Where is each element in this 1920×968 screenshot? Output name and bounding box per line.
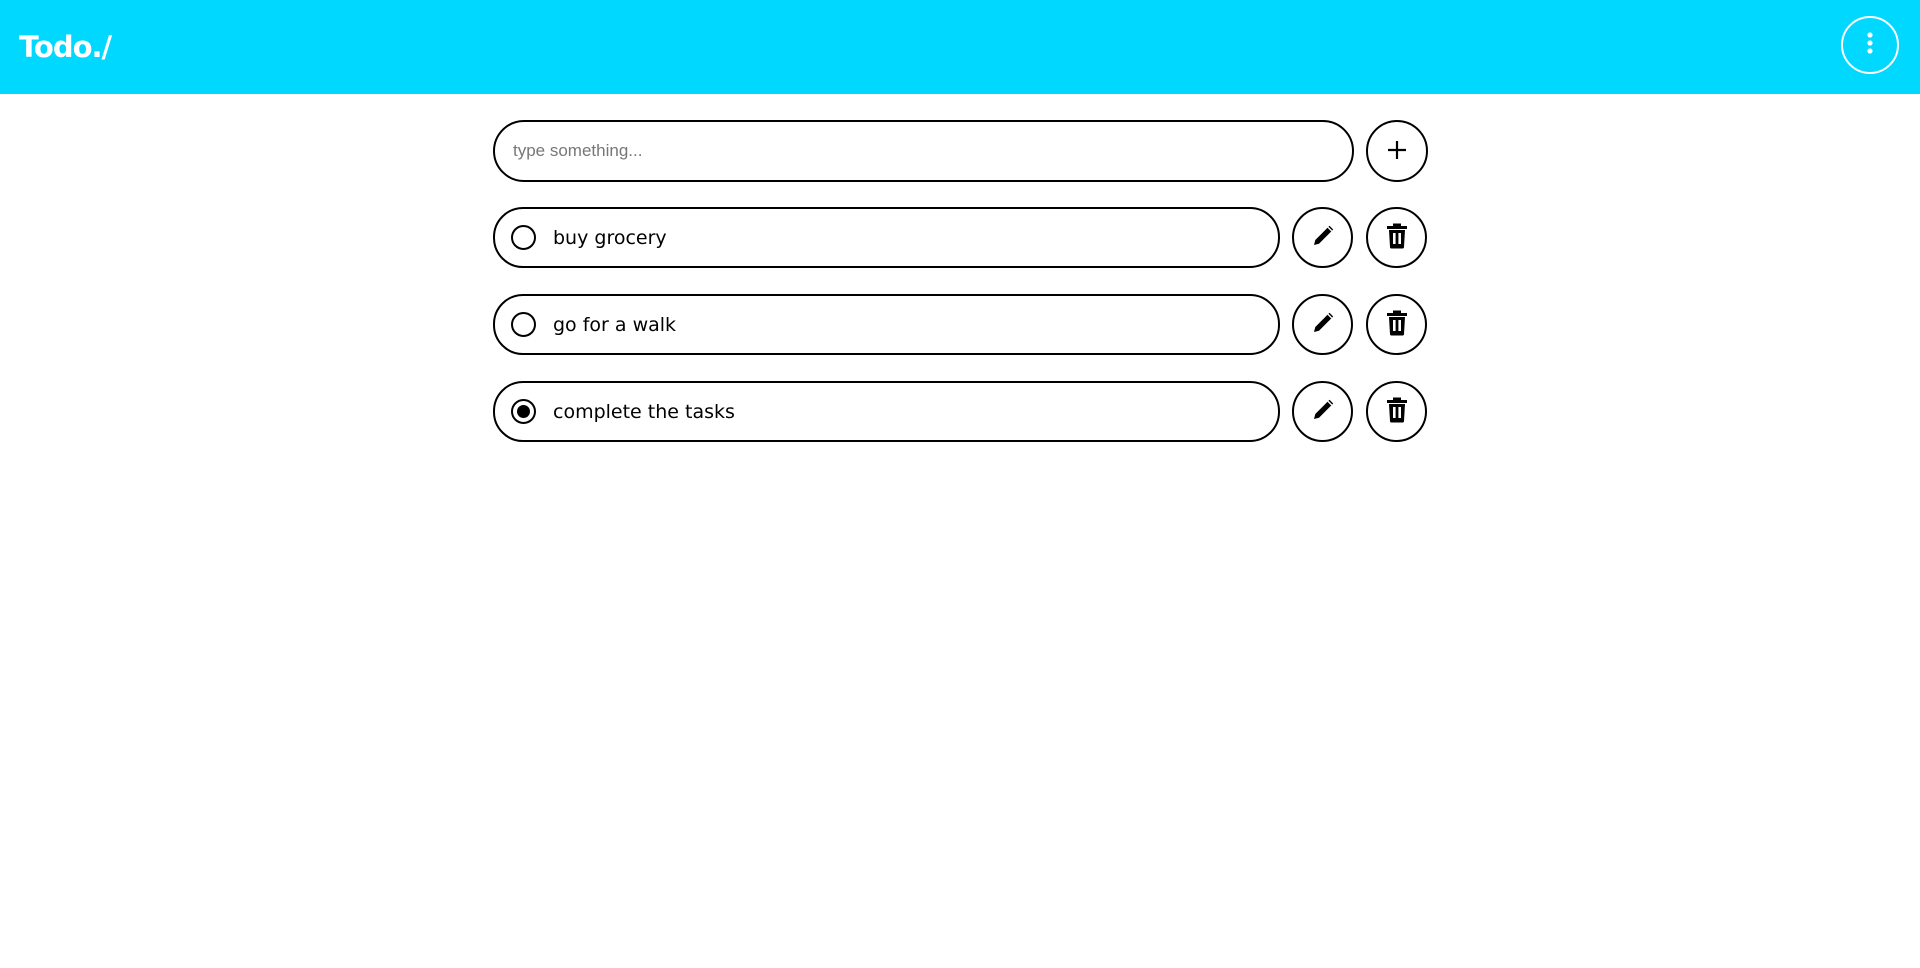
todo-item-body: go for a walk xyxy=(493,294,1280,355)
trash-icon xyxy=(1386,223,1408,252)
radio-dot xyxy=(517,405,530,418)
pencil-icon xyxy=(1310,223,1336,252)
todo-item: go for a walk xyxy=(493,294,1428,355)
todo-item-body: complete the tasks xyxy=(493,381,1280,442)
app-header: Todo./ xyxy=(0,0,1920,94)
edit-todo-button[interactable] xyxy=(1292,294,1353,355)
todo-container: buy grocery g xyxy=(493,120,1428,468)
todo-complete-toggle[interactable] xyxy=(511,312,536,337)
todo-text: go for a walk xyxy=(553,313,677,336)
edit-todo-button[interactable] xyxy=(1292,381,1353,442)
todo-item-body: buy grocery xyxy=(493,207,1280,268)
delete-todo-button[interactable] xyxy=(1366,381,1427,442)
delete-todo-button[interactable] xyxy=(1366,207,1427,268)
todo-list: buy grocery go for a walk complete the t… xyxy=(493,207,1428,442)
app-logo: Todo./ xyxy=(19,30,112,64)
more-vertical-icon xyxy=(1866,31,1874,59)
delete-todo-button[interactable] xyxy=(1366,294,1427,355)
trash-icon xyxy=(1386,310,1408,339)
trash-icon xyxy=(1386,397,1408,426)
plus-icon xyxy=(1386,139,1408,164)
edit-todo-button[interactable] xyxy=(1292,207,1353,268)
todo-item: complete the tasks xyxy=(493,381,1428,442)
todo-item: buy grocery xyxy=(493,207,1428,268)
todo-complete-toggle[interactable] xyxy=(511,399,536,424)
todo-complete-toggle[interactable] xyxy=(511,225,536,250)
todo-text: complete the tasks xyxy=(553,400,735,423)
pencil-icon xyxy=(1310,397,1336,426)
add-todo-button[interactable] xyxy=(1366,120,1428,182)
add-todo-row xyxy=(493,120,1428,182)
pencil-icon xyxy=(1310,310,1336,339)
menu-button[interactable] xyxy=(1841,16,1899,74)
todo-text: buy grocery xyxy=(553,226,667,249)
new-todo-input[interactable] xyxy=(493,120,1354,182)
